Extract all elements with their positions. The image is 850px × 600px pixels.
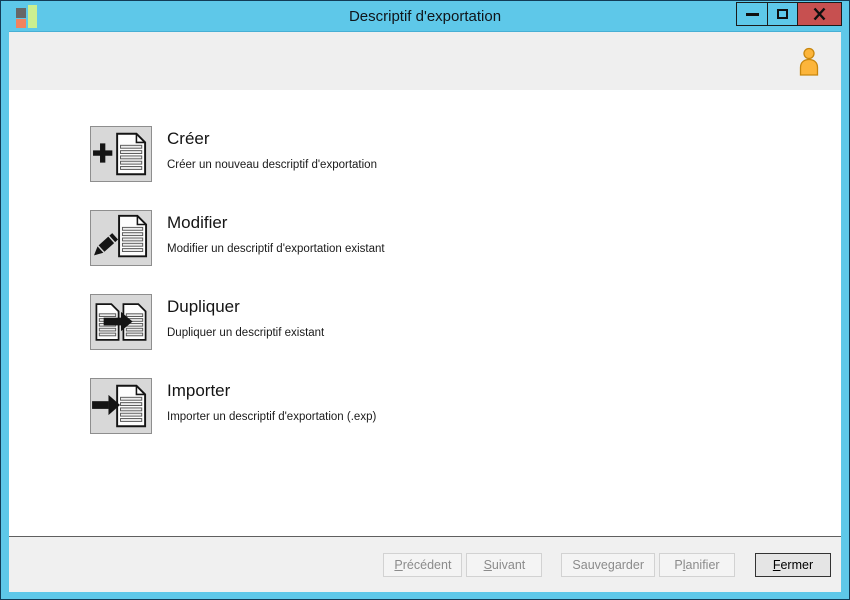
minimize-icon [745, 12, 759, 16]
option-title: Modifier [167, 213, 228, 232]
maximize-icon [777, 9, 788, 19]
option-dupliquer[interactable]: Dupliquer Dupliquer un descriptif exista… [90, 294, 610, 350]
title-bar: Descriptif d'exportation [1, 1, 849, 31]
app-logo-icon [16, 5, 37, 28]
precedent-button[interactable]: Précédent [383, 552, 463, 577]
dialog-window: Descriptif d'exportation Créer Créer un … [0, 0, 850, 600]
duplicate-document-icon [90, 294, 152, 350]
option-title: Importer [167, 381, 231, 400]
pencil-document-icon [90, 210, 152, 266]
window-title: Descriptif d'exportation [348, 7, 502, 25]
fermer-button[interactable]: Fermer [755, 552, 831, 577]
option-description: Modifier un descriptif d'exportation exi… [167, 243, 385, 255]
arrow-into-document-icon [90, 378, 152, 434]
header-strip [9, 32, 841, 90]
option-importer[interactable]: Importer Importer un descriptif d'export… [90, 378, 610, 434]
maximize-button[interactable] [767, 3, 797, 25]
option-description: Dupliquer un descriptif existant [167, 327, 325, 339]
dialog-content: Créer Créer un nouveau descriptif d'expo… [9, 31, 841, 592]
sauvegarder-button[interactable]: Sauvegarder [561, 552, 655, 577]
option-modifier[interactable]: Modifier Modifier un descriptif d'export… [90, 210, 610, 266]
plus-document-icon [90, 126, 152, 182]
close-button[interactable] [797, 3, 841, 25]
option-description: Importer un descriptif d'exportation (.e… [167, 411, 377, 423]
minimize-button[interactable] [737, 3, 767, 25]
close-icon [813, 7, 826, 21]
options-list: Créer Créer un nouveau descriptif d'expo… [9, 90, 841, 536]
suivant-button[interactable]: Suivant [466, 552, 543, 577]
option-title: Dupliquer [167, 297, 240, 316]
footer-button-bar: Précédent Suivant Sauvegarder Planifier … [9, 537, 841, 592]
user-icon [799, 47, 819, 76]
option-description: Créer un nouveau descriptif d'exportatio… [167, 159, 377, 171]
option-creer[interactable]: Créer Créer un nouveau descriptif d'expo… [90, 126, 610, 182]
planifier-button[interactable]: Planifier [659, 552, 735, 577]
option-title: Créer [167, 129, 210, 148]
window-controls [736, 2, 842, 26]
